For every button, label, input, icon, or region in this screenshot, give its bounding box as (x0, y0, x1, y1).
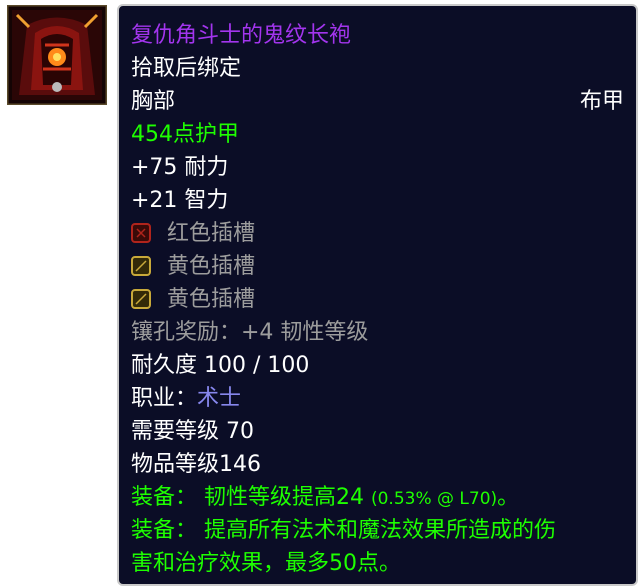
socket-red-label: 红色插槽 (167, 221, 256, 246)
yellow-socket-icon (131, 256, 151, 276)
equip-resilience: 装备： 韧性等级提高24 (0.53% @ L70)。 (131, 484, 624, 513)
socket-yellow-1: 黄色插槽 (131, 253, 624, 281)
socket-yellow-2: 黄色插槽 (131, 286, 624, 314)
socket-yellow-2-label: 黄色插槽 (167, 287, 256, 312)
equip-resilience-suffix: 。 (497, 485, 520, 510)
item-name: 复仇角斗士的鬼纹长袍 (131, 23, 352, 48)
slot-row: 胸部 布甲 (131, 88, 624, 116)
red-socket-icon (131, 223, 151, 243)
stat-stamina: +75 耐力 (131, 155, 229, 180)
yellow-socket-icon (131, 289, 151, 309)
durability: 耐久度 100 / 100 (131, 353, 310, 378)
socket-yellow-1-label: 黄色插槽 (167, 254, 256, 279)
socket-bonus: 镶孔奖励：+4 韧性等级 (131, 320, 369, 345)
class-label: 职业： (131, 386, 198, 411)
equip-resilience-detail: (0.53% @ L70) (370, 489, 498, 509)
class-row: 职业：术士 (131, 385, 624, 413)
robe-icon (7, 5, 107, 105)
equip-spellpower-line2: 害和治疗效果，最多50点。 (131, 551, 401, 576)
class-value: 术士 (197, 386, 242, 411)
armor-value: 454点护甲 (131, 122, 239, 147)
required-level: 需要等级 70 (131, 419, 254, 444)
item-tooltip: 复仇角斗士的鬼纹长袍 拾取后绑定 胸部 布甲 454点护甲 +75 耐力 +21… (117, 4, 638, 586)
equip-resilience-text: 装备： 韧性等级提高24 (131, 485, 371, 510)
armor-type-text: 布甲 (579, 89, 624, 114)
binding-text: 拾取后绑定 (131, 56, 242, 81)
slot-text: 胸部 (131, 89, 176, 114)
item-icon-frame (0, 0, 113, 113)
item-level: 物品等级146 (131, 452, 261, 477)
equip-spellpower-line1: 装备： 提高所有法术和魔法效果所造成的伤 (131, 518, 556, 543)
socket-red: 红色插槽 (131, 220, 624, 248)
stat-intellect: +21 智力 (131, 188, 229, 213)
